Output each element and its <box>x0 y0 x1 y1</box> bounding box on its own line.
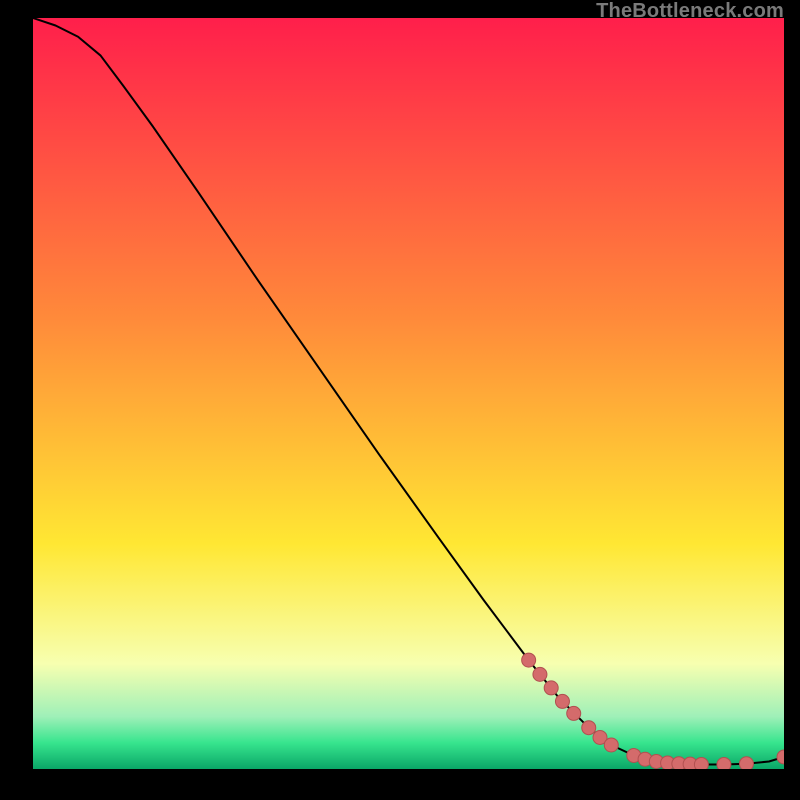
data-marker <box>544 681 558 695</box>
data-marker <box>567 706 581 720</box>
chart-stage: TheBottleneck.com <box>0 0 800 800</box>
data-marker <box>717 757 731 769</box>
gradient-background <box>33 18 784 769</box>
watermark-label: TheBottleneck.com <box>596 0 784 23</box>
data-marker <box>582 721 596 735</box>
data-marker <box>604 738 618 752</box>
data-marker <box>522 653 536 667</box>
plot-area <box>33 18 784 769</box>
data-marker <box>555 694 569 708</box>
data-marker <box>694 757 708 769</box>
chart-svg <box>33 18 784 769</box>
data-marker <box>533 667 547 681</box>
data-marker <box>739 757 753 769</box>
